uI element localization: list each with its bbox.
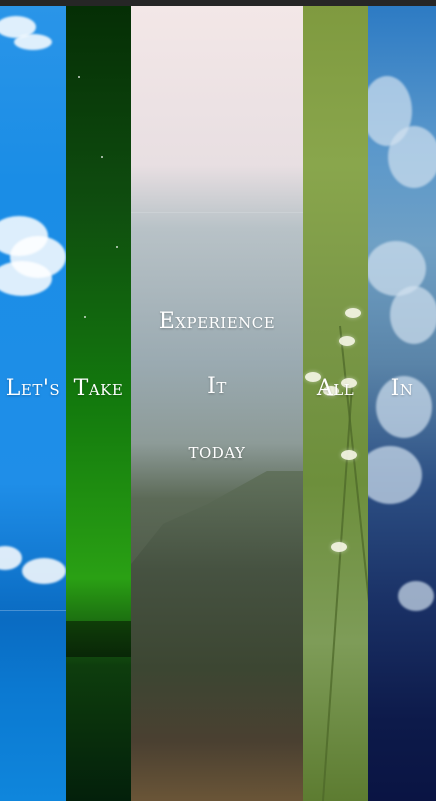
- gallery-panel-coast[interactable]: Experience It today: [131, 6, 303, 801]
- panel-word-today: today: [188, 438, 246, 464]
- shoreline-shape: [66, 621, 131, 657]
- gallery-panel-sky[interactable]: Let's: [0, 6, 66, 801]
- flower-blossom: [345, 308, 361, 318]
- cloud-shape: [368, 446, 422, 504]
- star-dot: [116, 246, 118, 248]
- panel-word-in: In: [390, 376, 414, 401]
- cloud-shape: [0, 546, 22, 570]
- cloud-shape: [398, 581, 434, 611]
- gallery-panel-flowers[interactable]: All: [303, 6, 368, 801]
- plant-stem: [321, 385, 353, 801]
- panel-word-it: It: [207, 373, 227, 399]
- panel-word-lets: Let's: [5, 376, 61, 401]
- flower-blossom: [331, 542, 347, 552]
- star-dot: [101, 156, 103, 158]
- gallery-panel-clouds[interactable]: In: [368, 6, 436, 801]
- star-dot: [78, 76, 80, 78]
- flower-blossom: [341, 450, 357, 460]
- center-word-stack: Experience It today: [159, 309, 276, 464]
- flower-blossom: [339, 336, 355, 346]
- cloud-shape: [388, 126, 436, 188]
- horizon-line: [131, 212, 303, 213]
- panel-word-experience: Experience: [158, 308, 276, 334]
- panel-word-all: All: [316, 376, 355, 401]
- hill-shape: [131, 471, 303, 801]
- horizon-line: [0, 610, 66, 611]
- image-gallery: Let's Take Experience It today All In: [0, 6, 436, 801]
- cloud-shape: [0, 261, 52, 296]
- screen-frame: Let's Take Experience It today All In: [0, 0, 436, 801]
- cloud-shape: [22, 558, 66, 584]
- panel-word-take: Take: [73, 376, 124, 401]
- cloud-shape: [14, 34, 52, 50]
- gallery-panel-aurora[interactable]: Take: [66, 6, 131, 801]
- star-dot: [84, 316, 86, 318]
- cloud-shape: [390, 286, 436, 344]
